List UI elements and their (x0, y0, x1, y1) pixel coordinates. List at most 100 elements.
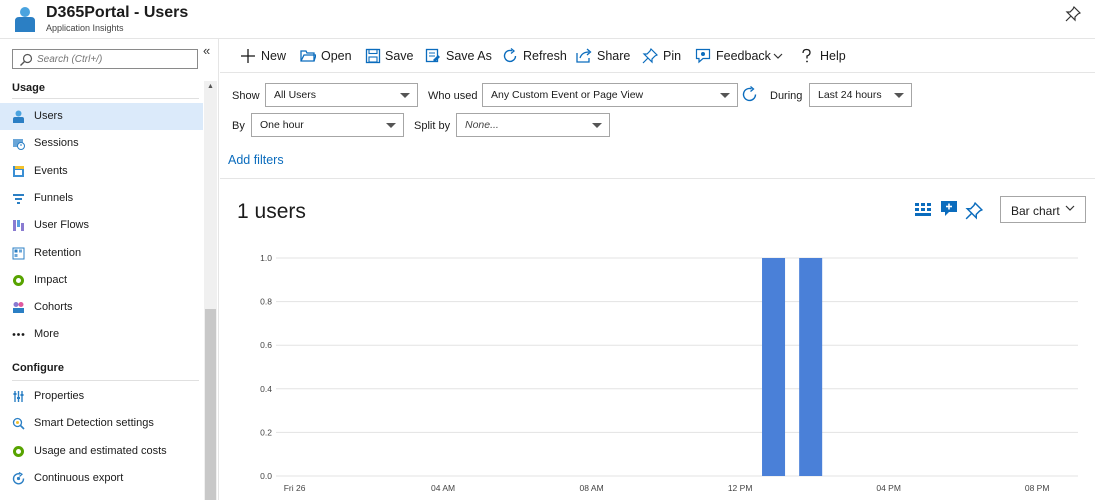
x-tick-label: 08 AM (580, 483, 604, 493)
show-value: All Users (274, 89, 317, 101)
pin-icon[interactable] (1065, 6, 1081, 22)
folder-open-icon (300, 50, 316, 62)
split-by-value: None... (465, 119, 499, 131)
sidebar-item-label: Funnels (34, 191, 74, 204)
usage-divider (12, 98, 199, 99)
by-label: By (232, 120, 245, 132)
add-comment-icon[interactable] (940, 200, 958, 218)
show-dropdown[interactable]: All Users (265, 83, 418, 107)
command-bar: New Open Save Save As Refresh Share Pin … (220, 39, 1095, 73)
caret-down-icon (386, 123, 396, 128)
sidebar-item-label: Cohorts (34, 301, 73, 314)
chevron-down-icon (1065, 205, 1075, 211)
feedback-icon (695, 48, 711, 64)
refresh-button[interactable]: Refresh (502, 46, 567, 66)
pin-icon (642, 48, 658, 64)
new-button[interactable]: New (240, 46, 300, 66)
bar[interactable] (799, 258, 823, 476)
search-box[interactable] (12, 49, 198, 69)
save-as-label: Save As (446, 49, 492, 63)
by-value: One hour (260, 119, 304, 131)
chart-type-dropdown[interactable]: Bar chart (1000, 196, 1086, 223)
sidebar-item-label: Sessions (34, 137, 79, 150)
sidebar-item-user-flows[interactable]: User Flows (0, 212, 203, 239)
share-label: Share (597, 49, 631, 63)
filters-divider (220, 178, 1095, 179)
page-title: D365Portal - Users (46, 4, 189, 21)
by-dropdown[interactable]: One hour (251, 113, 404, 137)
sidebar-item-impact[interactable]: Impact (0, 267, 203, 294)
who-used-label: Who used (428, 90, 478, 102)
open-label: Open (321, 49, 352, 63)
save-as-icon (425, 48, 440, 63)
x-tick-label: 04 AM (431, 483, 455, 493)
sidebar-item-usage-and-estimated-costs[interactable]: Usage and estimated costs (0, 438, 203, 465)
sidebar-item-sessions[interactable]: Sessions (0, 130, 203, 157)
sidebar-item-smart-detection-settings[interactable]: Smart Detection settings (0, 410, 203, 437)
sidebar-item-label: Usage and estimated costs (34, 444, 167, 457)
events-icon (13, 165, 24, 177)
show-label: Show (232, 90, 260, 102)
x-tick-label: 08 PM (1025, 483, 1050, 493)
sidebar-item-more[interactable]: More (0, 321, 203, 348)
sidebar-item-label: Smart Detection settings (34, 417, 154, 430)
continuous-export-icon (12, 471, 25, 485)
users-icon (13, 110, 24, 123)
sidebar-item-label: Properties (34, 390, 85, 402)
sidebar-scroll-thumb[interactable] (205, 309, 216, 500)
grid-view-icon[interactable] (914, 200, 932, 218)
sidebar-item-events[interactable]: Events (0, 158, 203, 185)
pin-chart-icon[interactable] (965, 202, 983, 220)
search-icon (20, 53, 33, 66)
share-icon (576, 48, 592, 63)
y-tick-label: 0.0 (260, 471, 272, 481)
sessions-icon (13, 139, 25, 151)
y-tick-label: 1.0 (260, 253, 272, 263)
save-as-button[interactable]: Save As (425, 46, 497, 66)
sidebar-item-funnels[interactable]: Funnels (0, 185, 203, 212)
y-tick-label: 0.8 (260, 297, 272, 307)
collapse-sidebar-button[interactable]: « (203, 43, 210, 58)
funnels-icon (13, 193, 24, 204)
refresh-query-icon[interactable] (741, 86, 758, 103)
who-used-value: Any Custom Event or Page View (491, 89, 644, 101)
split-by-dropdown[interactable]: None... (456, 113, 610, 137)
open-button[interactable]: Open (300, 46, 362, 66)
sidebar-item-label: Impact (34, 273, 68, 286)
configure-divider (12, 380, 199, 381)
save-label: Save (385, 49, 414, 63)
sidebar-item-retention[interactable]: Retention (0, 240, 203, 267)
chart-type-value: Bar chart (1011, 204, 1060, 218)
sidebar-item-label: Retention (34, 246, 82, 259)
bar[interactable] (762, 258, 786, 476)
share-button[interactable]: Share (576, 46, 636, 66)
sidebar-item-continuous-export[interactable]: Continuous export (0, 465, 203, 492)
save-button[interactable]: Save (365, 46, 420, 66)
cohorts-icon (13, 302, 24, 314)
split-by-label: Split by (414, 120, 451, 132)
usage-costs-icon (13, 445, 24, 457)
during-dropdown[interactable]: Last 24 hours (809, 83, 912, 107)
impact-icon (13, 274, 24, 286)
feedback-button[interactable]: Feedback (695, 46, 787, 66)
sidebar-item-cohorts[interactable]: Cohorts (0, 294, 203, 321)
who-used-dropdown[interactable]: Any Custom Event or Page View (482, 83, 738, 107)
sidebar-item-label: Continuous export (34, 471, 124, 484)
help-label: Help (820, 49, 846, 63)
sidebar-item-properties[interactable]: Properties (0, 383, 203, 410)
title-bar: D365Portal - Users Application Insights (0, 0, 1095, 39)
new-label: New (261, 49, 287, 63)
user-flows-icon (13, 220, 24, 232)
sidebar-item-users[interactable]: Users (0, 103, 203, 130)
add-filters-link[interactable]: Add filters (228, 153, 284, 167)
scroll-up-arrow[interactable]: ▲ (204, 81, 217, 92)
help-icon (802, 48, 811, 63)
save-icon (365, 48, 381, 64)
search-input[interactable] (37, 52, 195, 67)
configure-heading: Configure (12, 362, 64, 374)
help-button[interactable]: Help (798, 46, 848, 66)
pin-label: Pin (663, 49, 682, 63)
usage-heading: Usage (12, 82, 46, 94)
pin-button[interactable]: Pin (642, 46, 687, 66)
y-tick-label: 0.4 (260, 384, 272, 394)
